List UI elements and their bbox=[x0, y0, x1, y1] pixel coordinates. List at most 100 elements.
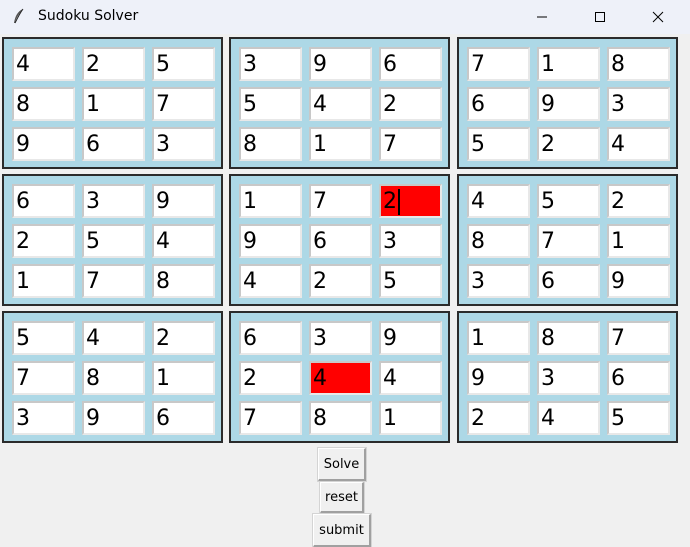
cell-value: 6 bbox=[16, 189, 30, 214]
sudoku-cell-input[interactable]: 3 bbox=[607, 87, 670, 121]
sudoku-cell-input[interactable]: 8 bbox=[152, 264, 215, 298]
sudoku-box: 4 5 2 8 7 1 3 6 9 bbox=[457, 174, 678, 306]
sudoku-cell-input[interactable]: 1 bbox=[379, 401, 442, 435]
sudoku-cell-input[interactable]: 8 bbox=[537, 321, 600, 355]
sudoku-cell-input[interactable]: 1 bbox=[537, 47, 600, 81]
sudoku-cell-input[interactable]: 3 bbox=[82, 184, 145, 218]
sudoku-cell-input[interactable]: 5 bbox=[379, 264, 442, 298]
sudoku-cell-input[interactable]: 4 bbox=[467, 184, 530, 218]
sudoku-cell-input[interactable]: 6 bbox=[607, 361, 670, 395]
sudoku-cell-input[interactable]: 1 bbox=[12, 264, 75, 298]
cell-value: 6 bbox=[313, 229, 327, 254]
sudoku-cell-input[interactable]: 5 bbox=[607, 401, 670, 435]
sudoku-cell-input[interactable]: 2 bbox=[607, 184, 670, 218]
sudoku-cell-input[interactable]: 4 bbox=[379, 361, 442, 395]
text-cursor bbox=[398, 189, 400, 215]
sudoku-cell-input[interactable]: 4 bbox=[12, 47, 75, 81]
sudoku-cell-input[interactable]: 6 bbox=[239, 321, 302, 355]
sudoku-cell-input[interactable]: 5 bbox=[12, 321, 75, 355]
sudoku-cell-input[interactable]: 7 bbox=[12, 361, 75, 395]
sudoku-cell-input[interactable]: 3 bbox=[239, 47, 302, 81]
sudoku-cell-input[interactable]: 6 bbox=[467, 87, 530, 121]
sudoku-box: 4 2 5 8 1 7 9 6 3 bbox=[2, 37, 223, 169]
sudoku-cell-input[interactable]: 1 bbox=[82, 87, 145, 121]
sudoku-box: 6 3 9 2 4 4 7 8 1 bbox=[229, 311, 450, 443]
sudoku-cell-input[interactable]: 4 bbox=[309, 361, 372, 395]
sudoku-cell-input[interactable]: 9 bbox=[467, 361, 530, 395]
sudoku-cell-input[interactable]: 9 bbox=[309, 47, 372, 81]
sudoku-cell-input[interactable]: 3 bbox=[467, 264, 530, 298]
sudoku-cell-input[interactable]: 7 bbox=[82, 264, 145, 298]
sudoku-cell-input[interactable]: 8 bbox=[82, 361, 145, 395]
sudoku-cell-input[interactable]: 2 bbox=[12, 224, 75, 258]
cell-value: 6 bbox=[243, 326, 257, 351]
sudoku-cell-input[interactable]: 2 bbox=[239, 361, 302, 395]
sudoku-cell-input[interactable]: 7 bbox=[309, 184, 372, 218]
sudoku-cell-input[interactable]: 4 bbox=[607, 127, 670, 161]
sudoku-cell-input[interactable]: 8 bbox=[12, 87, 75, 121]
sudoku-cell-input[interactable]: 4 bbox=[239, 264, 302, 298]
sudoku-cell-input[interactable]: 4 bbox=[152, 224, 215, 258]
sudoku-cell-input[interactable]: 4 bbox=[82, 321, 145, 355]
sudoku-cell-input[interactable]: 3 bbox=[537, 361, 600, 395]
sudoku-cell-input[interactable]: 7 bbox=[467, 47, 530, 81]
sudoku-cell-input[interactable]: 2 bbox=[379, 184, 442, 218]
sudoku-cell-input[interactable]: 1 bbox=[607, 224, 670, 258]
sudoku-cell-input[interactable]: 1 bbox=[239, 184, 302, 218]
sudoku-cell-input[interactable]: 8 bbox=[239, 127, 302, 161]
close-button[interactable] bbox=[630, 0, 686, 34]
sudoku-cell-input[interactable]: 3 bbox=[12, 401, 75, 435]
sudoku-cell-input[interactable]: 9 bbox=[239, 224, 302, 258]
sudoku-cell-input[interactable]: 6 bbox=[12, 184, 75, 218]
sudoku-cell-input[interactable]: 4 bbox=[309, 87, 372, 121]
sudoku-cell-input[interactable]: 9 bbox=[537, 87, 600, 121]
sudoku-cell-input[interactable]: 5 bbox=[537, 184, 600, 218]
sudoku-cell-input[interactable]: 7 bbox=[379, 127, 442, 161]
sudoku-cell-input[interactable]: 2 bbox=[467, 401, 530, 435]
sudoku-cell-input[interactable]: 5 bbox=[82, 224, 145, 258]
sudoku-cell-input[interactable]: 7 bbox=[239, 401, 302, 435]
sudoku-cell-input[interactable]: 5 bbox=[467, 127, 530, 161]
sudoku-cell-input[interactable]: 7 bbox=[537, 224, 600, 258]
sudoku-cell-input[interactable]: 9 bbox=[82, 401, 145, 435]
submit-button[interactable]: submit bbox=[312, 513, 372, 547]
sudoku-cell-input[interactable]: 6 bbox=[152, 401, 215, 435]
reset-button[interactable]: reset bbox=[319, 481, 365, 514]
close-icon bbox=[652, 11, 664, 23]
cell-value: 8 bbox=[16, 92, 30, 117]
sudoku-cell-input[interactable]: 4 bbox=[537, 401, 600, 435]
sudoku-cell-input[interactable]: 9 bbox=[607, 264, 670, 298]
solve-button[interactable]: Solve bbox=[317, 447, 367, 482]
sudoku-cell-input[interactable]: 3 bbox=[309, 321, 372, 355]
sudoku-cell-input[interactable]: 1 bbox=[309, 127, 372, 161]
sudoku-cell-input[interactable]: 9 bbox=[379, 321, 442, 355]
cell-value: 1 bbox=[243, 189, 257, 214]
sudoku-cell-input[interactable]: 2 bbox=[537, 127, 600, 161]
sudoku-cell-input[interactable]: 6 bbox=[82, 127, 145, 161]
sudoku-box: 7 1 8 6 9 3 5 2 4 bbox=[457, 37, 678, 169]
sudoku-cell-input[interactable]: 8 bbox=[467, 224, 530, 258]
sudoku-cell-input[interactable]: 5 bbox=[152, 47, 215, 81]
sudoku-box: 1 7 2 9 6 3 4 2 5 bbox=[229, 174, 450, 306]
sudoku-cell-input[interactable]: 8 bbox=[309, 401, 372, 435]
sudoku-cell-input[interactable]: 9 bbox=[12, 127, 75, 161]
sudoku-cell-input[interactable]: 3 bbox=[379, 224, 442, 258]
sudoku-cell-input[interactable]: 2 bbox=[379, 87, 442, 121]
sudoku-cell-input[interactable]: 2 bbox=[152, 321, 215, 355]
sudoku-cell-input[interactable]: 8 bbox=[607, 47, 670, 81]
sudoku-cell-input[interactable]: 2 bbox=[309, 264, 372, 298]
sudoku-cell-input[interactable]: 6 bbox=[309, 224, 372, 258]
sudoku-cell-input[interactable]: 1 bbox=[467, 321, 530, 355]
sudoku-cell-input[interactable]: 7 bbox=[152, 87, 215, 121]
sudoku-cell-input[interactable]: 1 bbox=[152, 361, 215, 395]
sudoku-cell-input[interactable]: 2 bbox=[82, 47, 145, 81]
sudoku-cell-input[interactable]: 3 bbox=[152, 127, 215, 161]
sudoku-cell-input[interactable]: 7 bbox=[607, 321, 670, 355]
minimize-button[interactable] bbox=[514, 0, 570, 34]
sudoku-cell-input[interactable]: 6 bbox=[379, 47, 442, 81]
maximize-button[interactable] bbox=[572, 0, 628, 34]
sudoku-cell-input[interactable]: 5 bbox=[239, 87, 302, 121]
sudoku-cell-input[interactable]: 6 bbox=[537, 264, 600, 298]
sudoku-cell-input[interactable]: 9 bbox=[152, 184, 215, 218]
cell-value: 8 bbox=[86, 366, 100, 391]
